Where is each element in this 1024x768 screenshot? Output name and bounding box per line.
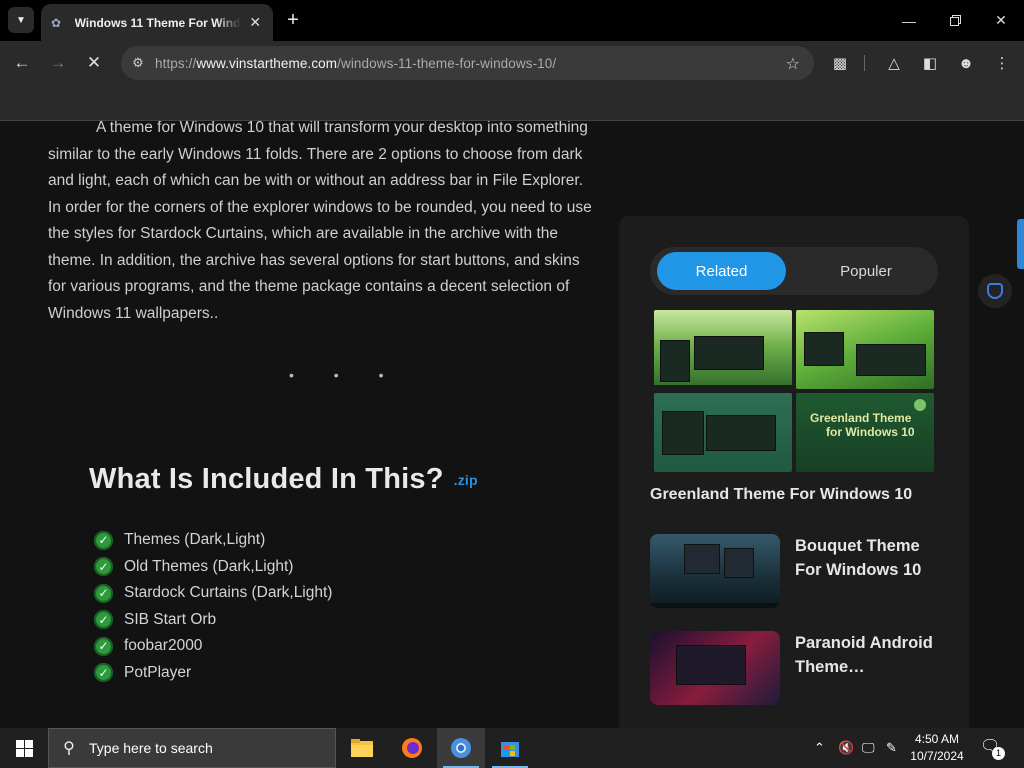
list-item: ✓ SIB Start Orb	[94, 607, 332, 634]
post-title[interactable]: Bouquet Theme For Windows 10	[795, 534, 945, 582]
forward-button[interactable]: →	[46, 51, 70, 75]
menu-kebab-icon[interactable]: ⋮	[992, 53, 1012, 73]
firefox-taskbar-button[interactable]	[388, 728, 436, 768]
post-thumbnail	[650, 534, 780, 608]
featured-post-title[interactable]: Greenland Theme For Windows 10	[650, 486, 912, 504]
windows-taskbar: ⚲ Type here to search ⌃ 🔇 🖵 ✎ 4:50 AM 10…	[0, 728, 1024, 768]
notification-count: 1	[992, 747, 1005, 760]
list-item: ✓ Themes (Dark,Light)	[94, 527, 332, 554]
section-separator: • • •	[289, 367, 402, 383]
featured-thumbnail[interactable]: Greenland Theme for Windows 10	[654, 310, 934, 472]
taskbar-search-box[interactable]: ⚲ Type here to search	[48, 728, 336, 768]
store-icon	[501, 742, 519, 757]
site-settings-icon[interactable]: ⚙	[121, 55, 155, 71]
web-page: A theme for Windows 10 that will transfo…	[0, 121, 1024, 728]
related-post[interactable]: Bouquet Theme For Windows 10	[650, 534, 950, 608]
address-bar[interactable]: ⚙ https://www.vinstartheme.com/windows-1…	[121, 46, 814, 80]
restore-icon	[949, 15, 961, 26]
tab-strip: ▼ ✿ Windows 11 Theme For Windows 10 ✕ + …	[0, 0, 1024, 41]
check-icon: ✓	[94, 636, 113, 656]
arrow-left-icon: ←	[13, 53, 31, 72]
chrome-icon	[451, 738, 471, 758]
post-thumbnail	[650, 631, 780, 705]
leaf-icon	[914, 399, 926, 411]
thumbnail-image	[796, 310, 934, 389]
check-icon: ✓	[94, 583, 113, 603]
tab-popular[interactable]: Populer	[801, 252, 931, 290]
windows-logo-icon	[15, 739, 33, 757]
notification-center-button[interactable]: 🗨 1	[980, 736, 1006, 760]
url-text: https://www.vinstartheme.com/windows-11-…	[155, 55, 557, 71]
browser-toolbar: ← → ✕ ⚙ https://www.vinstartheme.com/win…	[0, 41, 1024, 85]
browser-tab[interactable]: ✿ Windows 11 Theme For Windows 10 ✕	[41, 4, 273, 41]
taskbar-clock[interactable]: 4:50 AM 10/7/2024	[904, 731, 970, 765]
list-item: ✓ Stardock Curtains (Dark,Light)	[94, 580, 332, 607]
side-panel-icon[interactable]: ◧	[920, 53, 940, 73]
store-taskbar-button[interactable]	[486, 728, 534, 768]
check-icon: ✓	[94, 610, 113, 630]
check-icon: ✓	[94, 530, 113, 550]
close-icon: ✕	[86, 53, 102, 72]
profile-icon[interactable]: ☻	[956, 53, 976, 73]
close-tab-icon[interactable]: ✕	[247, 14, 263, 31]
zip-badge: .zip	[453, 472, 478, 489]
sidebar-tab-switch: Related Populer	[650, 247, 938, 295]
scroll-indicator[interactable]	[1017, 219, 1024, 269]
new-tab-button[interactable]: +	[282, 9, 304, 31]
search-placeholder: Type here to search	[89, 740, 213, 756]
clock-time: 4:50 AM	[914, 732, 960, 746]
related-post[interactable]: Paranoid Android Theme…	[650, 631, 950, 705]
close-window-button[interactable]: ✕	[978, 0, 1024, 41]
related-sidebar: Related Populer Greenland Theme for Wind…	[619, 216, 969, 728]
bookmarks-bar	[0, 85, 1024, 121]
show-hidden-icons-button[interactable]: ⌃	[814, 728, 825, 768]
file-explorer-taskbar-button[interactable]	[338, 728, 386, 768]
thumbnail-image	[654, 310, 792, 389]
arrow-right-icon: →	[49, 53, 67, 72]
site-favicon-icon: ✿	[51, 15, 62, 30]
restore-button[interactable]	[932, 0, 978, 41]
tab-related[interactable]: Related	[657, 252, 786, 290]
thumbnail-image	[654, 393, 792, 472]
chevron-down-icon: ▼	[16, 14, 26, 26]
folder-icon	[351, 739, 373, 757]
minimize-button[interactable]: —	[886, 0, 932, 41]
list-item: ✓ PotPlayer	[94, 660, 332, 687]
tab-title: Windows 11 Theme For Windows 10	[74, 15, 242, 30]
network-icon[interactable]: 🖵	[862, 728, 875, 768]
cup-icon	[987, 283, 1003, 299]
bookmark-star-icon[interactable]: ☆	[786, 54, 800, 74]
post-title[interactable]: Paranoid Android Theme…	[795, 631, 945, 679]
list-item: ✓ foobar2000	[94, 633, 332, 660]
article-paragraph: A theme for Windows 10 that will transfo…	[48, 121, 592, 322]
firefox-icon	[402, 738, 422, 758]
thumbnail-image: Greenland Theme for Windows 10	[796, 393, 934, 472]
labs-flask-icon[interactable]: △	[884, 53, 904, 73]
tab-search-button[interactable]: ▼	[8, 7, 34, 33]
included-list: ✓ Themes (Dark,Light) ✓ Old Themes (Dark,L…	[94, 527, 332, 686]
start-button[interactable]	[0, 728, 48, 768]
included-heading: What Is Included In This? .zip	[89, 463, 478, 495]
thumbnail-caption: Greenland Theme for Windows 10	[810, 411, 915, 439]
toolbar-divider	[864, 55, 865, 71]
chrome-taskbar-button[interactable]	[437, 728, 485, 768]
volume-muted-icon[interactable]: 🔇	[838, 728, 854, 768]
back-button[interactable]: ←	[10, 51, 34, 75]
extensions-icon[interactable]: ▩	[830, 53, 850, 73]
search-icon: ⚲	[63, 740, 75, 757]
stop-loading-button[interactable]: ✕	[82, 51, 106, 75]
check-icon: ✓	[94, 663, 113, 683]
list-item: ✓ Old Themes (Dark,Light)	[94, 554, 332, 581]
floating-action-button[interactable]	[978, 274, 1012, 308]
check-icon: ✓	[94, 557, 113, 577]
chevron-up-icon: ⌃	[814, 740, 825, 755]
clock-date: 10/7/2024	[910, 749, 964, 763]
input-indicator-icon[interactable]: ✎	[886, 728, 897, 768]
